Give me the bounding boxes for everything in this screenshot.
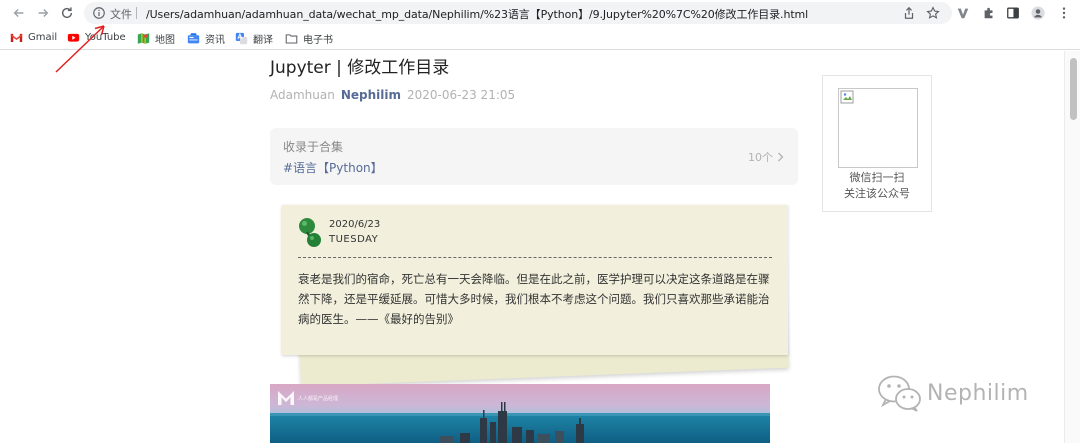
- qr-code-card: 微信扫一扫 关注该公众号: [822, 75, 932, 212]
- arrow-right-icon: [38, 9, 49, 17]
- photo-watermark-logo: 人人都是产品经理: [278, 391, 338, 405]
- chevron-right-icon: [778, 152, 784, 162]
- bookmark-label: 电子书: [303, 35, 333, 46]
- qr-code-image: [838, 88, 918, 168]
- broken-image-icon: [840, 90, 854, 104]
- bookmark-translate[interactable]: 翻译: [235, 31, 273, 46]
- qr-caption-scan: 微信扫一扫: [849, 171, 905, 184]
- bookmark-label: YouTube: [85, 32, 126, 43]
- note-divider: [298, 257, 772, 258]
- back-button[interactable]: [10, 4, 28, 22]
- file-scheme-label: 文件: [110, 8, 132, 21]
- pm-logo-icon: [278, 391, 294, 405]
- collection-tag-link[interactable]: #语言【Python】: [283, 159, 383, 176]
- note-quote: 衰老是我们的宿命，死亡总有一天会降临。但是在此之前，医学护理可以决定这条道路是在…: [298, 272, 770, 326]
- page-scrollbar[interactable]: [1064, 51, 1080, 443]
- photo-logo-text: 人人都是产品经理: [298, 395, 339, 402]
- article-meta: Adamhuan Nephilim 2020-06-23 21:05: [270, 88, 515, 102]
- watermark-text: Nephilim: [927, 380, 1029, 406]
- note-date: 2020/6/23: [329, 219, 381, 230]
- note-weekday: TUESDAY: [329, 234, 379, 245]
- collection-count[interactable]: 10个: [748, 149, 784, 165]
- bookmark-gmail[interactable]: Gmail: [10, 31, 57, 44]
- address-bar[interactable]: 文件 /Users/adamhuan/adamhuan_data/wechat_…: [84, 2, 952, 24]
- pushpin-icon: [299, 218, 321, 247]
- bookmark-label: 资讯: [205, 35, 225, 46]
- bookmark-label: Gmail: [28, 32, 58, 43]
- qr-caption-follow: 关注该公众号: [844, 187, 910, 200]
- star-icon[interactable]: [926, 6, 940, 20]
- reload-icon: [61, 7, 73, 19]
- omnibox-divider: [136, 7, 137, 19]
- url-text[interactable]: /Users/adamhuan/adamhuan_data/wechat_mp_…: [146, 6, 808, 22]
- reload-button[interactable]: [58, 4, 76, 22]
- bookmark-news[interactable]: 资讯: [187, 31, 225, 46]
- publish-date: 2020-06-23 21:05: [407, 88, 516, 102]
- bookmark-label: 地图: [155, 35, 175, 46]
- article-title: Jupyter | 修改工作目录: [270, 58, 450, 78]
- folder-icon: [285, 34, 298, 44]
- avatar-icon[interactable]: [1031, 6, 1045, 20]
- browser-toolbar: 文件 /Users/adamhuan/adamhuan_data/wechat_…: [0, 0, 1080, 26]
- arrow-left-icon: [13, 9, 24, 17]
- kebab-menu-icon[interactable]: [1057, 6, 1071, 20]
- collection-count-label: 10个: [748, 151, 773, 164]
- bookmark-label: 翻译: [253, 35, 273, 46]
- bookmark-ebooks-folder[interactable]: 电子书: [285, 31, 333, 46]
- bookmarks-bar: Gmail YouTube 地图 资讯 翻译 电子书: [0, 26, 1080, 50]
- wechat-watermark: Nephilim: [877, 374, 1029, 412]
- page-content: Jupyter | 修改工作目录 Adamhuan Nephilim 2020-06…: [0, 51, 1080, 443]
- maps-icon: [137, 33, 150, 44]
- gmail-icon: [10, 33, 23, 42]
- info-icon[interactable]: [92, 6, 106, 20]
- account-link[interactable]: Nephilim: [341, 88, 401, 102]
- note-front-sheet: 2020/6/23 TUESDAY 衰老是我们的宿命，死亡总有一天会降临。但是在…: [282, 205, 788, 355]
- forward-button[interactable]: [34, 4, 52, 22]
- side-panel-icon[interactable]: [1006, 6, 1020, 20]
- translate-icon: [235, 32, 248, 45]
- share-icon[interactable]: [902, 6, 916, 20]
- collection-card[interactable]: 收录于合集 #语言【Python】 10个: [270, 128, 798, 185]
- city-skyline-image: [270, 384, 770, 443]
- youtube-icon: [67, 33, 80, 42]
- puzzle-icon[interactable]: [982, 6, 996, 20]
- bookmark-maps[interactable]: 地图: [137, 31, 175, 46]
- news-icon: [187, 33, 200, 44]
- collection-label: 收录于合集: [283, 140, 344, 154]
- author-name: Adamhuan: [270, 88, 335, 102]
- wechat-logo-icon: [878, 375, 921, 412]
- bookmark-youtube[interactable]: YouTube: [67, 31, 126, 44]
- scrollbar-thumb[interactable]: [1070, 58, 1077, 120]
- quote-note: 2020/6/23 TUESDAY 衰老是我们的宿命，死亡总有一天会降临。但是在…: [278, 197, 798, 397]
- vivaldi-v-icon[interactable]: [956, 6, 970, 20]
- cover-photo: 人人都是产品经理: [270, 384, 770, 443]
